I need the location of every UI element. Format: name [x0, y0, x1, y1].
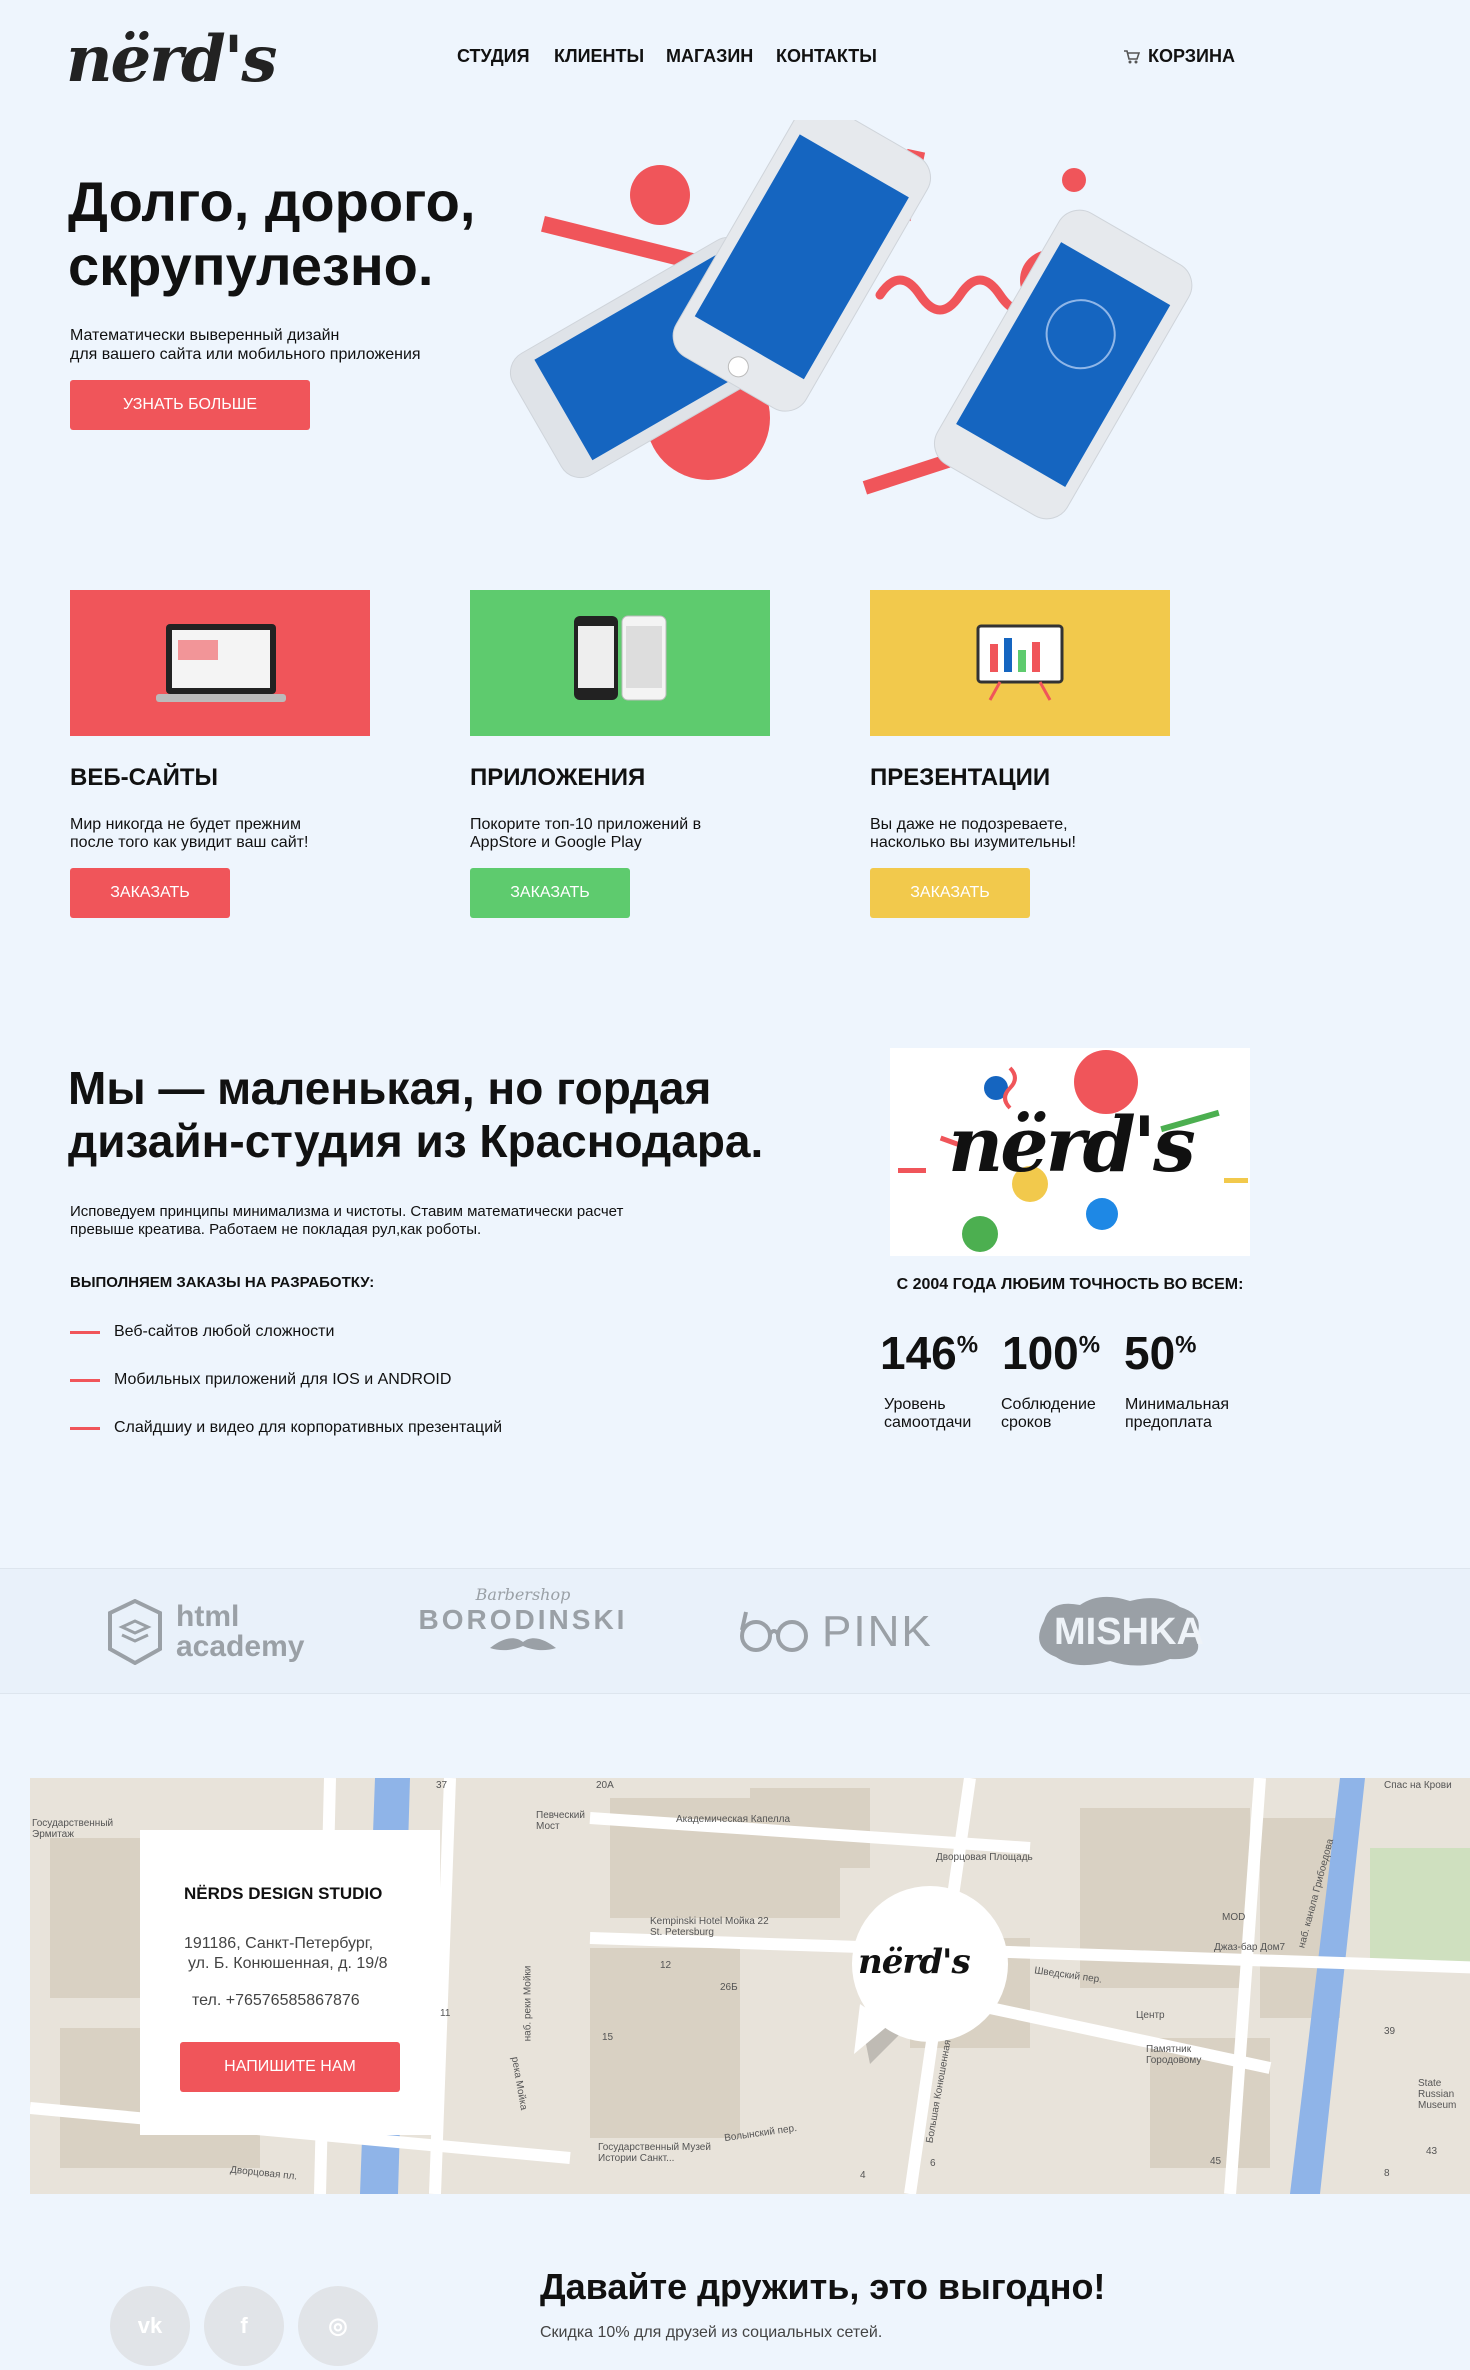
map-label: Джаз-бар Дом7	[1214, 1942, 1286, 1953]
map-label: Центр	[1136, 2010, 1165, 2021]
studio-name: NËRDS DESIGN STUDIO	[184, 1884, 383, 1903]
map-label: 45	[1210, 2156, 1222, 2167]
stat-value: 100%	[1002, 1327, 1101, 1379]
service-card-apps-image	[470, 590, 770, 736]
order-apps-button[interactable]: ЗАКАЗАТЬ	[470, 868, 630, 918]
map-label: 20A	[596, 1780, 614, 1791]
stat-label: Минимальная предоплата	[1125, 1396, 1230, 1431]
map-label: 39	[1384, 2026, 1396, 2037]
list-item: Мобильных приложений для IOS и ANDROID	[70, 1371, 451, 1389]
studio-address: 191186, Санкт-Петербург, ул. Б. Конюшенн…	[184, 1935, 388, 1972]
map-label: 15	[602, 2032, 614, 2043]
about-title: Мы — маленькая, но гордая дизайн-студия …	[68, 1062, 764, 1167]
map-label: 12	[660, 1960, 672, 1971]
facebook-icon[interactable]: f	[204, 2286, 284, 2366]
service-text-presentations: Вы даже не подозреваете, насколько вы изу…	[870, 816, 1076, 851]
shield-icon	[108, 1599, 162, 1665]
map-label: 4	[860, 2170, 866, 2181]
mustache-icon	[490, 1638, 556, 1651]
map-label: State Russian Museum	[1418, 2078, 1457, 2111]
contact-card: NËRDS DESIGN STUDIO 191186, Санкт-Петерб…	[140, 1830, 440, 2135]
service-title-presentations: ПРЕЗЕНТАЦИИ	[870, 764, 1051, 791]
nav-shop[interactable]: МАГАЗИН	[666, 46, 753, 67]
order-presentations-button[interactable]: ЗАКАЗАТЬ	[870, 868, 1030, 918]
studio-phone: тел. +76576585867876	[192, 1992, 360, 2009]
service-card-websites-image	[70, 590, 370, 736]
map-label: Певческий Мост	[536, 1810, 585, 1832]
studio-logo-image: nërd's	[890, 1048, 1250, 1256]
partners-strip: html academy Barbershop BORODINSKI PINK M…	[0, 1568, 1470, 1694]
partner-mishka[interactable]: MISHKA	[1030, 1591, 1208, 1673]
order-websites-button[interactable]: ЗАКАЗАТЬ	[70, 868, 230, 918]
cart-icon	[1124, 49, 1140, 63]
map-label: 37	[436, 1780, 448, 1791]
stat-label: Уровень самоотдачи	[884, 1396, 972, 1431]
nav-clients[interactable]: КЛИЕНТЫ	[554, 46, 644, 67]
laptop-icon	[156, 624, 286, 702]
map-label: MOD	[1222, 1912, 1246, 1923]
map-label: Kempinski Hotel Мойка 22 St. Petersburg	[650, 1916, 769, 1938]
nav-contacts[interactable]: КОНТАКТЫ	[776, 46, 877, 67]
list-item: Веб-сайтов любой сложности	[70, 1323, 334, 1341]
vk-icon[interactable]: vk	[110, 2286, 190, 2366]
list-item: Слайдшиу и видео для корпоративных презе…	[70, 1419, 502, 1437]
map-label: 11	[440, 2008, 451, 2019]
studio-logo-text: nërd's	[948, 1100, 1196, 1189]
stat-label: Соблюдение сроков	[1001, 1396, 1096, 1431]
service-title-apps: ПРИЛОЖЕНИЯ	[470, 764, 646, 791]
footer-text: Скидка 10% для друзей из социальных сете…	[540, 2324, 883, 2341]
service-title-websites: ВЕБ-САЙТЫ	[70, 764, 219, 791]
map-marker-logo: nërd's	[858, 1942, 971, 1982]
hero-illustration	[509, 120, 1193, 520]
map-label: 43	[1426, 2146, 1438, 2157]
cart-label: КОРЗИНА	[1148, 46, 1235, 66]
map-label: Государственный Эрмитаж	[32, 1818, 114, 1840]
map-label: Спас на Крови	[1384, 1780, 1452, 1791]
about-text: Исповедуем принципы минимализма и чистот…	[70, 1203, 624, 1238]
about-subtitle: ВЫПОЛНЯЕМ ЗАКАЗЫ НА РАЗРАБОТКУ:	[70, 1274, 375, 1291]
map-label: Памятник Городовому	[1146, 2044, 1202, 2066]
stat-value: 146%	[880, 1327, 979, 1379]
since-caption: С 2004 ГОДА ЛЮБИМ ТОЧНОСТЬ ВО ВСЕМ:	[896, 1276, 1244, 1293]
instagram-icon[interactable]: ◎	[298, 2286, 378, 2366]
map-label: 8	[1384, 2168, 1390, 2179]
presentation-board-icon	[976, 624, 1064, 701]
partner-borodinski[interactable]: Barbershop BORODINSKI	[418, 1585, 628, 1659]
map-label: Государственный Музей Истории Санкт...	[598, 2142, 711, 2164]
partner-pink[interactable]: PINK	[738, 1607, 933, 1657]
write-us-button[interactable]: НАПИШИТЕ НАМ	[180, 2042, 400, 2092]
map-label: 6	[930, 2158, 936, 2169]
map-label: Академическая Капелла	[676, 1814, 791, 1825]
service-card-presentations-image	[870, 590, 1170, 736]
stat-value: 50%	[1124, 1327, 1197, 1379]
hero-subtitle: Математически выверенный дизайн для ваше…	[70, 327, 421, 363]
partner-html-academy[interactable]: html academy	[108, 1599, 304, 1665]
nav-studio[interactable]: СТУДИЯ	[457, 46, 530, 67]
service-text-apps: Покорите топ-10 приложений в AppStore и G…	[470, 816, 702, 851]
site-logo[interactable]: nërd's	[66, 22, 277, 97]
map-label: 26Б	[720, 1982, 738, 1993]
learn-more-button[interactable]: УЗНАТЬ БОЛЬШЕ	[70, 380, 310, 430]
map-label: наб. реки Мойки	[522, 1965, 534, 2042]
cart-link[interactable]: КОРЗИНА	[1124, 46, 1235, 67]
glasses-icon	[740, 1611, 808, 1652]
phones-icon	[574, 615, 667, 701]
service-text-websites: Мир никогда не будет прежним после того к…	[70, 816, 309, 851]
footer-title: Давайте дружить, это выгодно!	[540, 2266, 1106, 2307]
